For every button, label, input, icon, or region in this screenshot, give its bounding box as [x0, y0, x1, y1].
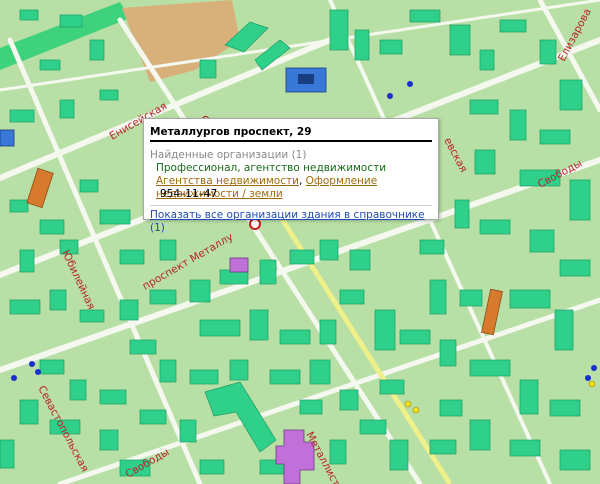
found-organizations-label: Найденные организации (1)	[150, 149, 307, 161]
purple-building	[229, 257, 249, 273]
address-popup: Металлургов проспект, 29 Найденные орган…	[143, 118, 439, 234]
blue-building-small	[0, 129, 15, 147]
show-all-organizations: Показать все организации здания в справо…	[150, 209, 432, 234]
organization-categories: Агентства недвижимости, Оформление недви…	[150, 175, 432, 200]
organization-phone: 954–11–47	[160, 188, 218, 200]
map-canvas[interactable]: Енисейская С проспект Металлу Юбилейная …	[0, 0, 600, 484]
category-link-agencies[interactable]: Агентства недвижимости	[156, 175, 299, 187]
popup-title: Металлургов проспект, 29	[150, 126, 312, 138]
organization-name: Профессионал, агентство недвижимости	[156, 162, 387, 174]
popup-title-rule	[150, 140, 432, 142]
show-all-organizations-link[interactable]: Показать все организации здания в справо…	[150, 209, 425, 221]
category-separator: ,	[298, 175, 306, 187]
blue-building	[285, 67, 327, 93]
show-all-count: (1)	[150, 222, 165, 234]
popup-divider	[150, 205, 432, 206]
